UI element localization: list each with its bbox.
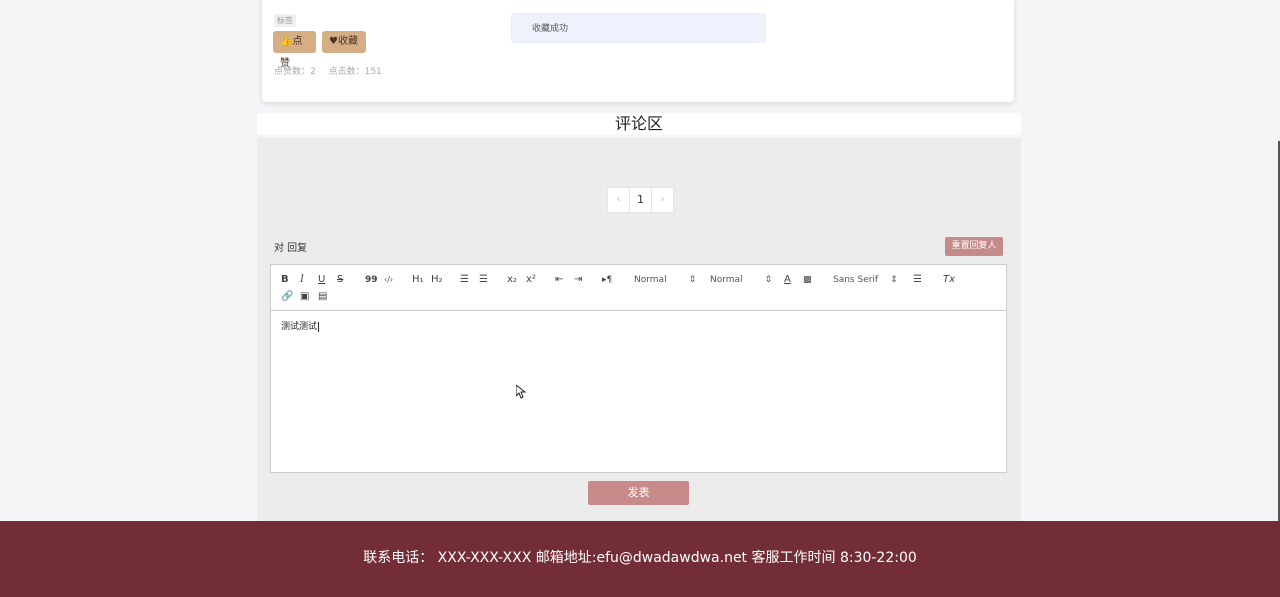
next-page-button[interactable]: › bbox=[652, 188, 673, 212]
background-color-icon[interactable]: ▩ bbox=[803, 274, 812, 286]
bold-button[interactable]: B bbox=[281, 274, 289, 286]
h1-button[interactable]: H₁ bbox=[412, 274, 424, 286]
size-select-value: Normal bbox=[634, 275, 667, 285]
prev-page-button[interactable]: ‹ bbox=[608, 188, 630, 212]
page-1-button[interactable]: 1 bbox=[630, 188, 652, 212]
heart-icon: ♥ bbox=[329, 36, 338, 47]
pagination: ‹ 1 › bbox=[607, 187, 674, 213]
header-select-value: Normal bbox=[710, 275, 743, 285]
link-icon[interactable]: 🔗 bbox=[281, 291, 293, 303]
select-arrows-icon: ⇕ bbox=[890, 275, 898, 285]
indent-icon[interactable]: ⇥ bbox=[574, 274, 582, 286]
subscript-button[interactable]: x₂ bbox=[507, 274, 517, 286]
like-count: 点赞数：2 bbox=[274, 67, 316, 77]
ordered-list-icon[interactable]: ☰ bbox=[460, 274, 469, 286]
underline-button[interactable]: U bbox=[318, 274, 325, 286]
outdent-icon[interactable]: ⇤ bbox=[555, 274, 563, 286]
text-color-icon[interactable]: A bbox=[784, 274, 791, 286]
footer-contact-text: 联系电话： XXX-XXX-XXX 邮箱地址:efu@dwadawdwa.net… bbox=[363, 550, 917, 566]
select-arrows-icon: ⇕ bbox=[764, 275, 773, 285]
h2-button[interactable]: H₂ bbox=[431, 274, 443, 286]
video-icon[interactable]: ▤ bbox=[318, 291, 327, 303]
header-select[interactable]: Normal ⇕ bbox=[710, 274, 772, 286]
favorite-label: 收藏 bbox=[337, 36, 358, 47]
comment-area: ‹ 1 › 对 回复 重置回复人 B I U S 99 ‹/› H₁ H₂ ☰ … bbox=[257, 138, 1021, 521]
italic-button[interactable]: I bbox=[300, 274, 304, 286]
site-footer: 联系电话： XXX-XXX-XXX 邮箱地址:efu@dwadawdwa.net… bbox=[0, 521, 1280, 597]
bullet-list-icon[interactable]: ☰ bbox=[479, 274, 488, 286]
reset-reply-button[interactable]: 重置回复人 bbox=[945, 237, 1003, 256]
rich-text-editor: B I U S 99 ‹/› H₁ H₂ ☰ ☰ x₂ x² ⇤ ⇥ ▸¶ No… bbox=[270, 264, 1007, 473]
blockquote-button[interactable]: 99 bbox=[365, 274, 378, 286]
font-select[interactable]: Sans Serif ⇕ bbox=[833, 274, 898, 286]
toast-message: 收藏成功 bbox=[532, 24, 569, 34]
strike-button[interactable]: S bbox=[337, 274, 343, 286]
post-stats: 点赞数：2 点击数：151 bbox=[274, 64, 392, 77]
text-caret bbox=[318, 321, 320, 332]
font-select-value: Sans Serif bbox=[833, 275, 879, 285]
editor-content[interactable]: 测试测试 bbox=[281, 319, 320, 332]
align-icon[interactable]: ☰ bbox=[913, 274, 922, 286]
image-icon[interactable]: ▣ bbox=[300, 291, 309, 303]
thumbs-up-icon: 👍 bbox=[280, 36, 293, 47]
text-direction-button[interactable]: ▸¶ bbox=[602, 274, 612, 286]
code-button[interactable]: ‹/› bbox=[384, 274, 393, 286]
clean-format-button[interactable]: Tx bbox=[943, 274, 955, 286]
click-count: 点击数：151 bbox=[328, 67, 382, 77]
superscript-button[interactable]: x² bbox=[526, 274, 536, 286]
comment-section-title: 评论区 bbox=[257, 113, 1021, 135]
select-arrows-icon: ⇕ bbox=[688, 275, 697, 285]
editor-text: 测试测试 bbox=[281, 322, 318, 332]
submit-comment-button[interactable]: 发表 bbox=[588, 481, 689, 505]
size-select[interactable]: Normal ⇕ bbox=[634, 274, 696, 286]
success-toast: 收藏成功 bbox=[511, 13, 766, 43]
post-tag: 标签 bbox=[274, 14, 296, 27]
favorite-button[interactable]: ♥收藏 bbox=[322, 31, 366, 53]
reply-target-label: 对 回复 bbox=[274, 243, 308, 254]
like-button[interactable]: 👍点赞 bbox=[273, 31, 316, 69]
editor-toolbar: B I U S 99 ‹/› H₁ H₂ ☰ ☰ x₂ x² ⇤ ⇥ ▸¶ No… bbox=[271, 265, 1006, 311]
